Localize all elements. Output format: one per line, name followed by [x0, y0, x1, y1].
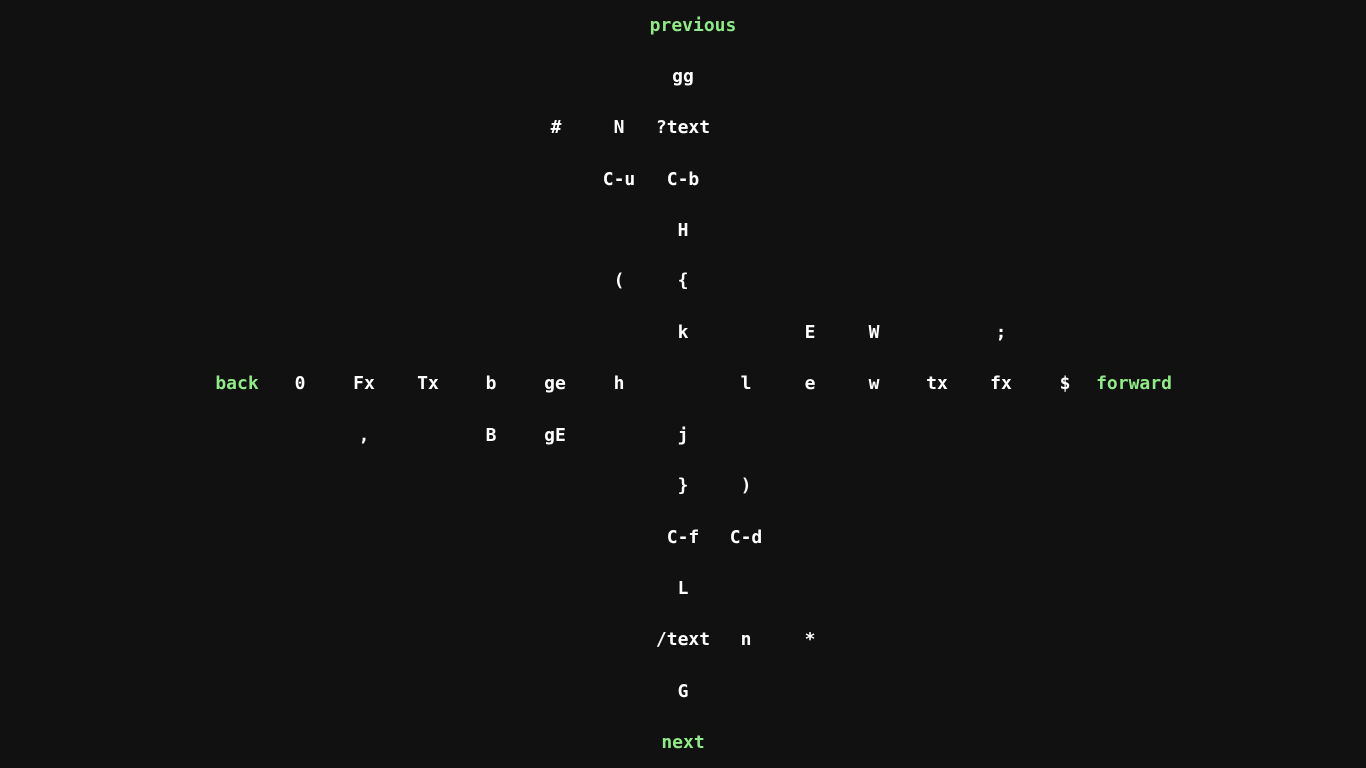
motion-key: ; — [995, 322, 1007, 343]
motion-key: h — [613, 373, 625, 394]
motion-key: ) — [740, 475, 752, 496]
motion-key: gE — [544, 425, 566, 446]
motion-key: n — [740, 629, 752, 650]
vim-motion-diagram: previous next back forward gg # N ?text … — [0, 0, 1366, 768]
motion-key: k — [677, 322, 689, 343]
motion-key: C-u — [602, 169, 636, 190]
motion-key: C-d — [729, 527, 763, 548]
motion-key: , — [358, 425, 370, 446]
motion-key: ?text — [655, 117, 711, 138]
motion-key: E — [804, 322, 816, 343]
motion-key: G — [677, 681, 689, 702]
motion-key: * — [804, 629, 816, 650]
motion-key: b — [485, 373, 497, 394]
motion-key: L — [677, 578, 689, 599]
direction-forward: forward — [1096, 373, 1172, 394]
motion-key: l — [740, 373, 752, 394]
motion-key: H — [677, 220, 689, 241]
motion-key: # — [550, 117, 562, 138]
motion-key: $ — [1059, 373, 1071, 394]
motion-key: N — [613, 117, 625, 138]
motion-key: Fx — [353, 373, 375, 394]
motion-key: j — [677, 425, 689, 446]
direction-next: next — [661, 732, 705, 753]
direction-previous: previous — [649, 15, 737, 36]
motion-key: C-b — [666, 169, 700, 190]
motion-key: } — [677, 475, 689, 496]
motion-key: gg — [672, 66, 694, 87]
motion-key: e — [804, 373, 816, 394]
motion-key: fx — [990, 373, 1012, 394]
motion-key: w — [868, 373, 880, 394]
motion-key: { — [677, 270, 689, 291]
direction-back: back — [215, 373, 259, 394]
motion-key: /text — [655, 629, 711, 650]
motion-key: B — [485, 425, 497, 446]
motion-key: ge — [544, 373, 566, 394]
motion-key: tx — [926, 373, 948, 394]
motion-key: Tx — [417, 373, 439, 394]
motion-key: 0 — [294, 373, 306, 394]
motion-key: W — [868, 322, 880, 343]
motion-key: ( — [613, 270, 625, 291]
motion-key: C-f — [666, 527, 700, 548]
